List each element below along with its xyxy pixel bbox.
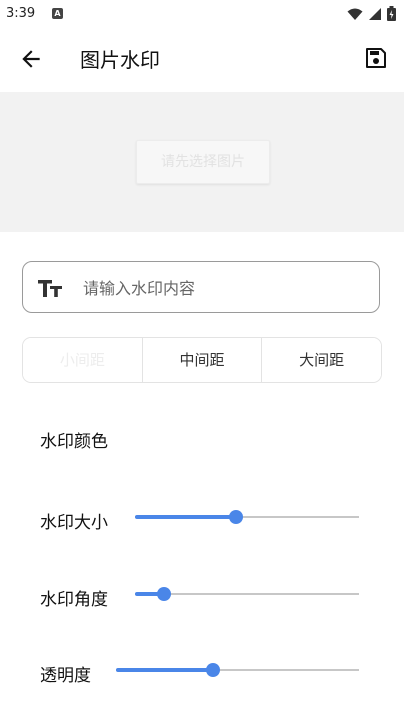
watermark-input-container[interactable] [22,261,380,313]
watermark-size-slider[interactable] [135,507,359,527]
opacity-label: 透明度 [40,666,91,686]
notification-app-icon: A [52,8,63,19]
wifi-icon [347,8,363,20]
slider-fill [116,668,214,672]
save-icon[interactable] [364,46,388,70]
status-time: 3:39 [6,6,36,21]
watermark-text-input[interactable] [81,272,375,304]
select-image-button[interactable]: 请先选择图片 [136,140,270,184]
page-title: 图片水印 [80,48,160,72]
slider-thumb[interactable] [157,587,172,601]
watermark-size-label: 水印大小 [40,513,108,533]
spacing-option-medium[interactable]: 中间距 [141,338,262,382]
text-size-icon [38,280,62,297]
battery-icon [387,6,396,21]
watermark-angle-label: 水印角度 [40,590,108,610]
signal-icon [369,7,381,20]
opacity-slider[interactable] [116,660,359,680]
slider-fill [135,515,236,519]
watermark-color-label[interactable]: 水印颜色 [40,427,108,452]
spacing-segmented-control: 小间距 中间距 大间距 [22,337,382,383]
app-bar: 图片水印 [0,28,404,88]
spacing-option-small[interactable]: 小间距 [23,338,142,382]
image-preview-area: 请先选择图片 [0,92,404,232]
spacing-option-large[interactable]: 大间距 [261,338,381,382]
slider-thumb[interactable] [206,663,221,677]
watermark-angle-slider[interactable] [135,584,359,604]
back-arrow-icon[interactable] [18,46,44,72]
status-bar: 3:39 A [0,0,404,28]
slider-thumb[interactable] [228,510,243,524]
status-icons [347,6,396,21]
